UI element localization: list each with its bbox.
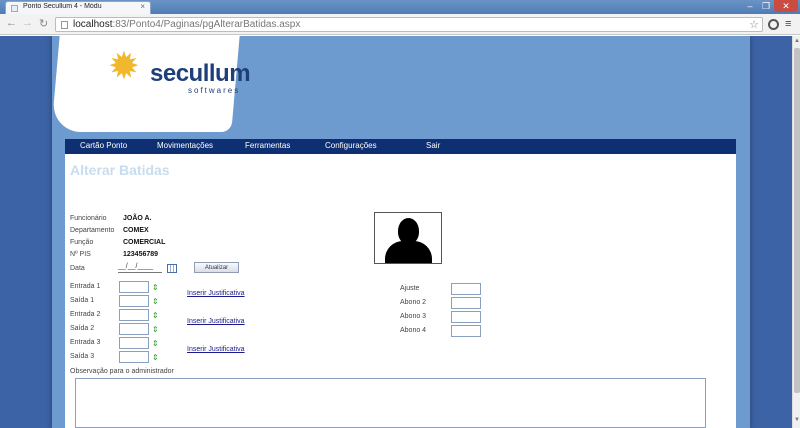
url-text: localhost:83/Ponto4/Paginas/pgAlterarBat… (73, 19, 300, 30)
main-navbar: Cartão Ponto Movimentações Ferramentas C… (65, 139, 736, 154)
saida-3-input[interactable] (119, 351, 149, 363)
departamento-value: COMEX (123, 227, 149, 234)
nav-movimentacoes[interactable]: Movimentações (157, 141, 213, 150)
logo-name: secullum (150, 60, 251, 87)
nav-configuracoes[interactable]: Configurações (325, 141, 377, 150)
pis-value: 123456789 (123, 251, 159, 258)
arrow-up-down-icon[interactable]: ⇕ (152, 326, 159, 334)
arrow-up-down-icon[interactable]: ⇕ (152, 340, 159, 348)
back-icon[interactable]: ← (6, 17, 17, 29)
arrow-up-down-icon[interactable]: ⇕ (152, 312, 159, 320)
entrada-2-label: Entrada 2 (70, 311, 101, 318)
scroll-down-icon[interactable]: ▼ (794, 417, 800, 423)
entrada-2-input[interactable] (119, 309, 149, 321)
browser-menu-icon[interactable]: ≡ (785, 18, 791, 30)
scroll-up-icon[interactable]: ▲ (794, 38, 800, 44)
arrow-up-down-icon[interactable]: ⇕ (152, 284, 159, 292)
employee-photo (374, 212, 442, 264)
page-container: ✹ secullum softwares Cartão Ponto Movime… (51, 36, 750, 428)
page-title: Alterar Batidas (70, 162, 170, 178)
secullum-logo-star-icon: ✹ (108, 46, 140, 88)
funcionario-label: Funcionário (70, 215, 107, 222)
tab-title: Ponto Secullum 4 - Módu (23, 3, 102, 10)
arrow-up-down-icon[interactable]: ⇕ (152, 298, 159, 306)
page-viewport: ✹ secullum softwares Cartão Ponto Movime… (0, 36, 792, 428)
abono-4-input[interactable] (451, 325, 481, 337)
url-path: :83/Ponto4/Paginas/pgAlterarBatidas.aspx (112, 19, 301, 30)
saida-3-label: Saída 3 (70, 353, 95, 360)
update-button[interactable]: Atualizar (194, 262, 239, 273)
url-host: localhost (73, 19, 113, 30)
entrada-1-label: Entrada 1 (70, 283, 101, 290)
page-scrollbar[interactable]: ▲ ▼ (792, 36, 800, 428)
silhouette-body (385, 241, 432, 263)
funcao-value: COMERCIAL (123, 239, 166, 246)
inserir-justificativa-link-2[interactable]: Inserir Justificativa (187, 318, 245, 325)
funcao-label: Função (70, 239, 94, 246)
address-bar[interactable]: localhost:83/Ponto4/Paginas/pgAlterarBat… (55, 17, 763, 32)
tab-close-icon[interactable]: × (140, 2, 145, 11)
nav-cartao-ponto[interactable]: Cartão Ponto (80, 141, 127, 150)
pis-label: Nº PIS (70, 251, 91, 258)
browser-tab[interactable]: Ponto Secullum 4 - Módu × (5, 1, 151, 14)
favicon-icon (11, 5, 18, 12)
page-icon (61, 21, 68, 29)
abono-2-label: Abono 2 (400, 299, 427, 306)
browser-titlebar: Ponto Secullum 4 - Módu × – ❐ ✕ (0, 0, 800, 14)
inserir-justificativa-link-3[interactable]: Inserir Justificativa (187, 346, 245, 353)
abono-3-label: Abono 3 (400, 313, 427, 320)
scroll-thumb[interactable] (794, 48, 800, 393)
funcionario-value: JOÃO A. (123, 215, 152, 222)
abono-2-input[interactable] (451, 297, 481, 309)
entrada-3-label: Entrada 3 (70, 339, 101, 346)
forward-icon[interactable]: → (22, 17, 33, 29)
ajuste-input[interactable] (451, 283, 481, 295)
calendar-icon[interactable] (167, 264, 177, 273)
nav-ferramentas[interactable]: Ferramentas (245, 141, 290, 150)
saida-2-input[interactable] (119, 323, 149, 335)
saida-2-label: Saída 2 (70, 325, 95, 332)
departamento-label: Departamento (70, 227, 115, 234)
window-maximize-button[interactable]: ❐ (758, 0, 774, 12)
entrada-3-input[interactable] (119, 337, 149, 349)
ajuste-label: Ajuste (400, 285, 420, 292)
bookmark-star-icon[interactable]: ☆ (749, 18, 759, 31)
abono-3-input[interactable] (451, 311, 481, 323)
observacao-label: Observação para o administrador (70, 368, 174, 375)
entrada-1-input[interactable] (119, 281, 149, 293)
content-panel: Alterar Batidas Funcionário JOÃO A. Depa… (65, 154, 736, 428)
reload-icon[interactable]: ↻ (39, 17, 48, 30)
window-close-button[interactable]: ✕ (774, 0, 798, 12)
extension-icon[interactable] (768, 19, 779, 30)
saida-1-label: Saída 1 (70, 297, 95, 304)
date-label: Data (70, 265, 85, 272)
nav-sair[interactable]: Sair (426, 141, 440, 150)
browser-toolbar: ← → ↻ localhost:83/Ponto4/Paginas/pgAlte… (0, 14, 800, 35)
abono-4-label: Abono 4 (400, 327, 427, 334)
saida-1-input[interactable] (119, 295, 149, 307)
logo-subtitle: softwares (188, 86, 241, 95)
date-input[interactable]: __/__/____ (118, 263, 162, 273)
arrow-up-down-icon[interactable]: ⇕ (152, 354, 159, 362)
inserir-justificativa-link-1[interactable]: Inserir Justificativa (187, 290, 245, 297)
window-minimize-button[interactable]: – (742, 0, 758, 12)
observacao-textarea[interactable] (75, 378, 706, 428)
